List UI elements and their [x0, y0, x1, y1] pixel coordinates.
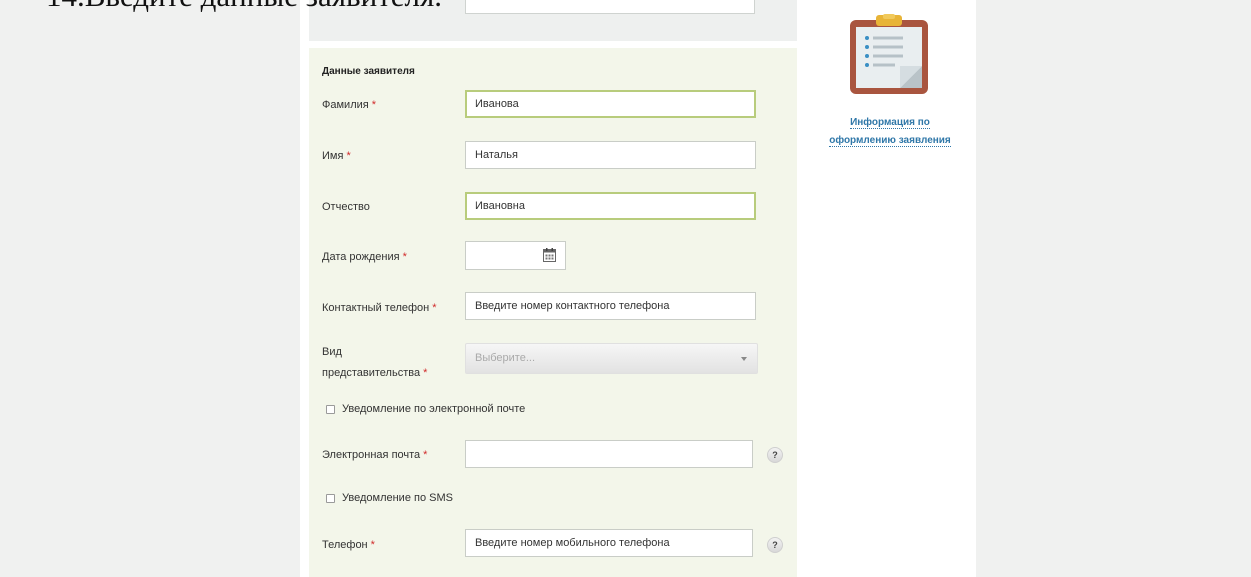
sms-notify-option[interactable]: Уведомление по SMS [326, 492, 453, 504]
required-mark: * [423, 367, 428, 379]
calendar-icon[interactable] [543, 248, 556, 262]
mobile-phone-input[interactable]: Введите номер мобильного телефона [465, 529, 753, 557]
email-notify-checkbox[interactable] [326, 404, 335, 414]
email-label: Электронная почта * [322, 449, 428, 461]
sms-notify-checkbox[interactable] [326, 493, 335, 503]
email-input[interactable] [465, 440, 753, 468]
required-mark: * [432, 302, 437, 314]
required-mark: * [370, 539, 375, 551]
first-name-label: Имя * [322, 150, 351, 162]
mobile-phone-help-icon[interactable]: ? [767, 537, 783, 553]
clipboard-list-icon[interactable] [850, 14, 928, 94]
email-help-icon[interactable]: ? [767, 447, 783, 463]
mobile-phone-label: Телефон * [322, 539, 375, 551]
last-name-input[interactable]: Иванова [465, 90, 756, 118]
required-mark: * [371, 99, 376, 111]
contact-phone-input[interactable]: Введите номер контактного телефона [465, 292, 756, 320]
chevron-down-icon [741, 357, 747, 361]
birth-date-input[interactable] [465, 241, 566, 270]
representation-select[interactable]: Выберите... [465, 343, 758, 374]
email-notify-option[interactable]: Уведомление по электронной почте [326, 403, 525, 415]
last-name-label: Фамилия * [322, 99, 376, 111]
patronymic-label: Отчество [322, 201, 370, 213]
section-title: Данные заявителя [322, 66, 415, 77]
patronymic-input[interactable]: Ивановна [465, 192, 756, 220]
application-info-link[interactable]: Информация по оформлению заявления [812, 114, 968, 150]
required-mark: * [346, 150, 351, 162]
required-mark: * [402, 251, 407, 263]
page-background-left [0, 0, 300, 577]
contact-phone-label: Контактный телефон * [322, 302, 437, 314]
page-background-right [976, 0, 1251, 577]
document-heading: 14.Введите данные заявителя. [0, 0, 1251, 18]
representation-label: Вид представительства * [322, 346, 428, 379]
first-name-input[interactable]: Наталья [465, 141, 756, 169]
required-mark: * [423, 449, 428, 461]
birth-date-label: Дата рождения * [322, 251, 407, 263]
